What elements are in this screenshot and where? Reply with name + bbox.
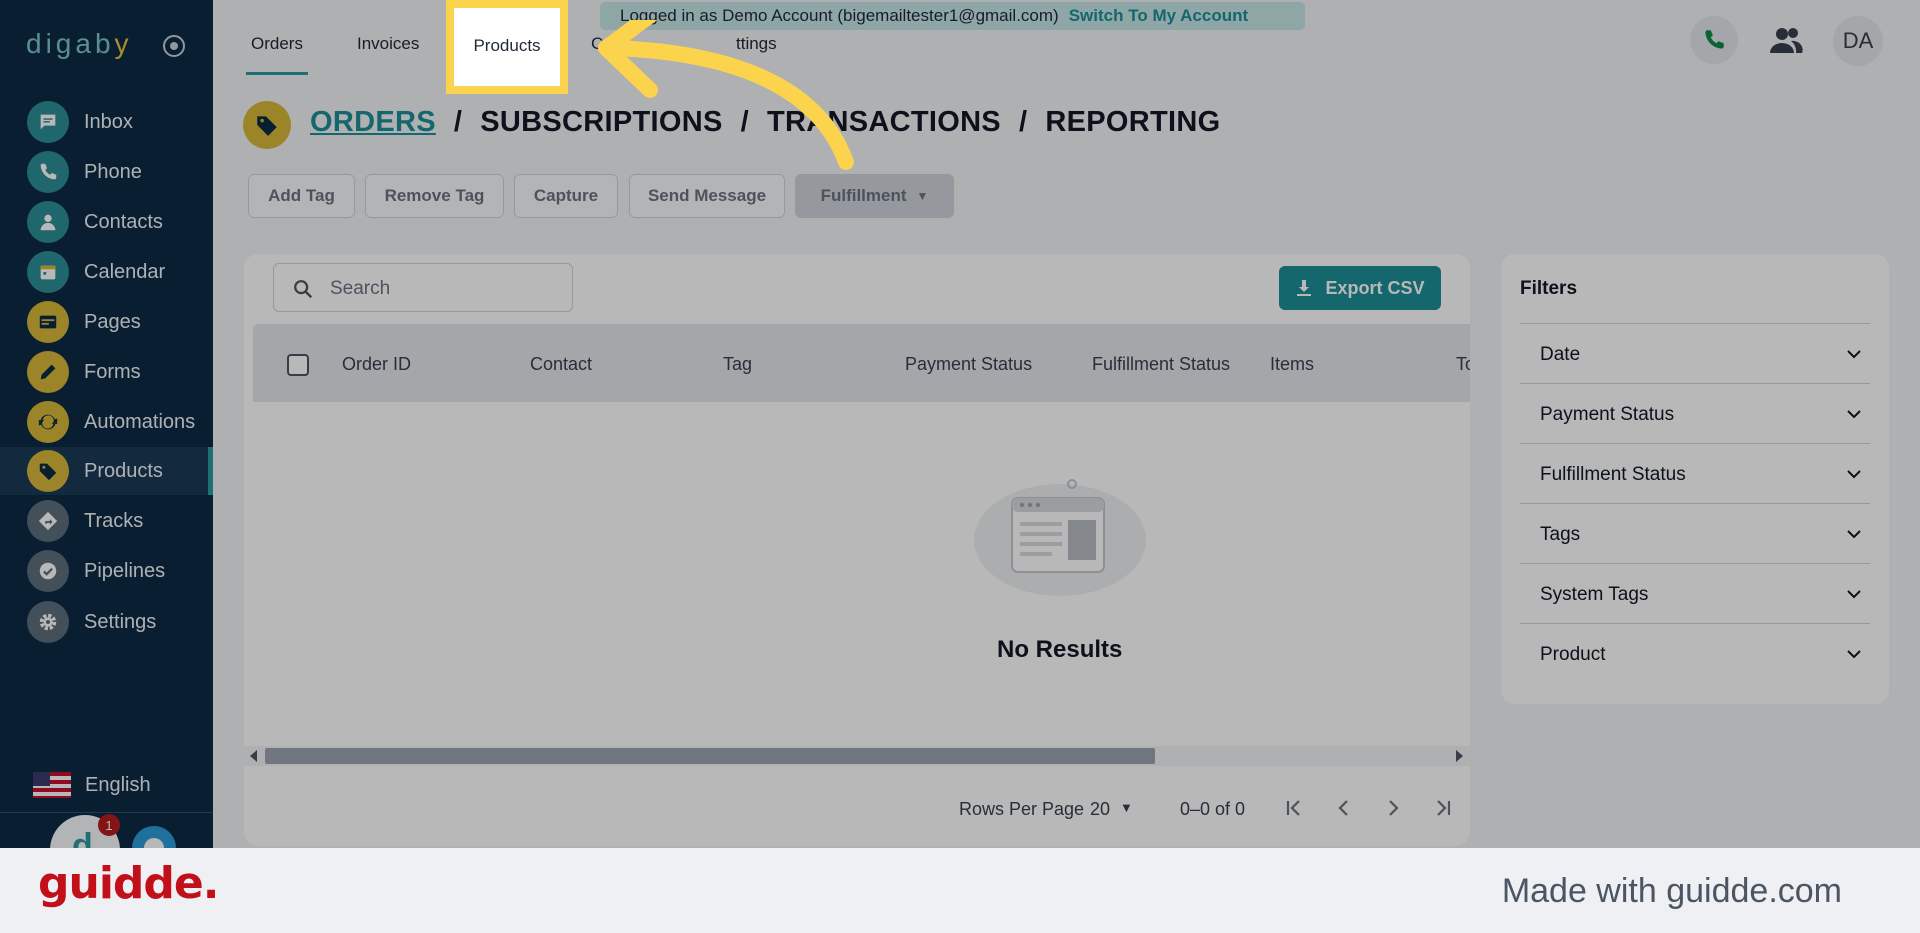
tutorial-dim-overlay xyxy=(0,0,1920,848)
tab-products-highlight[interactable]: Products xyxy=(446,0,568,94)
made-with-text: Made with guidde.com xyxy=(1501,872,1842,910)
guidde-logo: guidde. xyxy=(38,858,219,909)
tutorial-arrow-icon xyxy=(598,20,854,170)
guidde-footer: guidde. Made with guidde.com xyxy=(0,848,1920,933)
tab-products[interactable]: Products xyxy=(454,36,560,56)
app-window: digaby Inbox Phone Contacts Calendar Pag… xyxy=(0,0,1920,848)
